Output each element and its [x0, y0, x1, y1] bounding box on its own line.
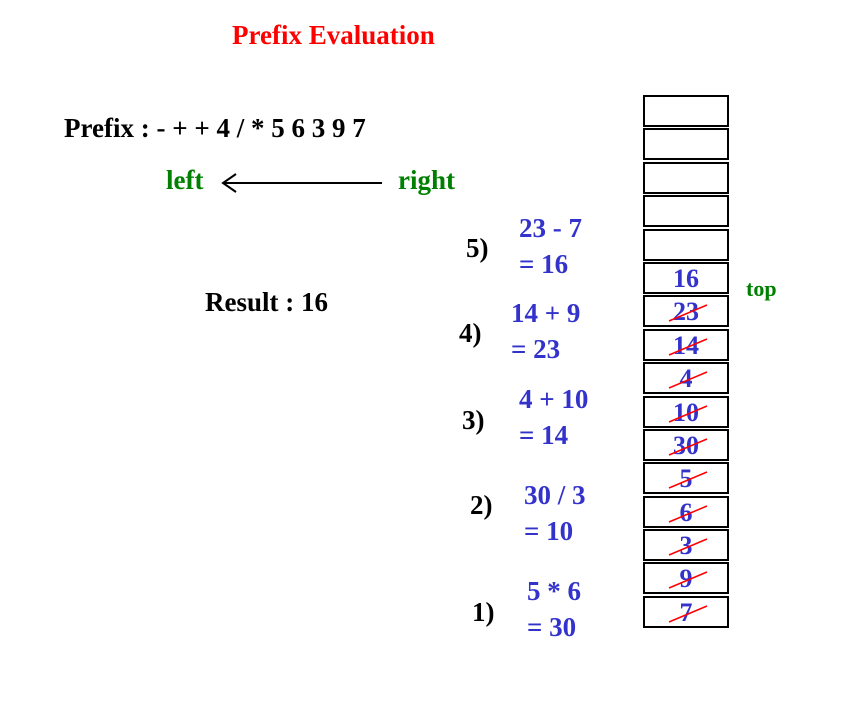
stack-cell [643, 195, 729, 228]
strike-mark-icon [668, 605, 708, 623]
step-result: = 16 [519, 249, 569, 279]
stack-cell: 7 [643, 595, 729, 628]
step-operation: 30 / 3 [524, 480, 586, 510]
stack-cell-top: 16 [643, 261, 729, 294]
step-number: 5) [466, 233, 489, 263]
page-title: Prefix Evaluation [232, 20, 435, 50]
step-expression: 14 + 9 = 23 [511, 295, 580, 367]
step-result: = 30 [527, 612, 577, 642]
direction-left-label: left [166, 165, 204, 195]
step-number: 4) [459, 318, 482, 348]
stack-cell: 5 [643, 462, 729, 495]
stack: 16 23 14 4 10 30 5 6 3 9 7 [643, 95, 729, 629]
step-result: = 14 [519, 420, 569, 450]
step-number: 2) [470, 490, 493, 520]
stack-cell [643, 228, 729, 261]
stack-top-label: top [746, 276, 777, 301]
stack-cell: 6 [643, 495, 729, 528]
step-operation: 14 + 9 [511, 298, 581, 328]
strike-mark-icon [668, 304, 708, 323]
step-operation: 23 - 7 [519, 213, 582, 243]
stack-value: 16 [673, 263, 699, 293]
step-expression: 4 + 10 = 14 [519, 381, 588, 453]
result-text: Result : 16 [205, 287, 328, 317]
stack-cell: 3 [643, 529, 729, 562]
step-expression: 5 * 6 = 30 [527, 573, 581, 645]
stack-cell [643, 161, 729, 194]
stack-cell: 4 [643, 362, 729, 395]
step-operation: 4 + 10 [519, 384, 589, 414]
step-expression: 23 - 7 = 16 [519, 210, 582, 282]
strike-mark-icon [668, 438, 708, 456]
stack-cell: 23 [643, 295, 729, 328]
step-result: = 10 [524, 516, 574, 546]
strike-mark-icon [668, 371, 708, 389]
step-result: = 23 [511, 334, 561, 364]
stack-cell: 10 [643, 395, 729, 428]
step-operation: 5 * 6 [527, 576, 581, 606]
strike-mark-icon [668, 538, 708, 556]
direction-right-label: right [398, 165, 455, 195]
strike-mark-icon [668, 471, 708, 489]
prefix-expression: Prefix : - + + 4 / * 5 6 3 9 7 [64, 113, 366, 143]
strike-mark-icon [668, 338, 708, 356]
strike-mark-icon [668, 404, 708, 423]
strike-mark-icon [668, 571, 708, 590]
stack-cell: 9 [643, 562, 729, 595]
strike-mark-icon [668, 504, 708, 523]
step-number: 3) [462, 405, 485, 435]
left-arrow-icon [221, 173, 382, 193]
stack-cell: 14 [643, 328, 729, 361]
step-number: 1) [472, 597, 495, 627]
stack-cell: 30 [643, 428, 729, 461]
stack-cell [643, 95, 729, 127]
step-expression: 30 / 3 = 10 [524, 477, 586, 549]
stack-cell [643, 128, 729, 161]
